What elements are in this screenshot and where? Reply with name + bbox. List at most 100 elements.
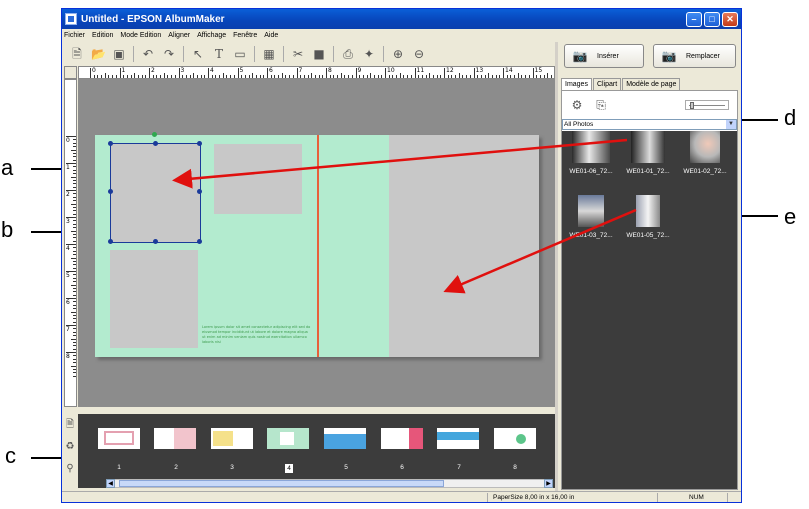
ruler-minor-tick [73, 281, 76, 283]
chevron-down-icon[interactable]: ▼ [726, 120, 736, 129]
right-page-photo-frame[interactable] [389, 135, 539, 357]
resize-handle[interactable] [108, 189, 113, 194]
album-select-dropdown[interactable]: All Photos ▼ [562, 119, 737, 130]
resize-handle[interactable] [197, 189, 202, 194]
scan-images-icon[interactable]: ⎘ [594, 98, 608, 112]
resize-handle[interactable] [108, 141, 113, 146]
page-thumbnail[interactable] [98, 428, 140, 449]
resize-handle[interactable] [108, 239, 113, 244]
page-thumbnail[interactable] [437, 428, 479, 449]
ruler-label: 3 [66, 218, 70, 225]
scroll-right-button[interactable]: ▶ [544, 479, 553, 488]
open-icon[interactable]: 📂 [91, 47, 106, 61]
tab-clipart[interactable]: Clipart [592, 78, 622, 90]
menu-fenetre[interactable]: Fenêtre [233, 32, 257, 39]
menu-fichier[interactable]: Fichier [64, 32, 85, 39]
ruler-minor-tick [329, 75, 331, 78]
ruler-minor-tick [193, 73, 195, 78]
menu-edition[interactable]: Edition [92, 32, 113, 39]
minimize-button[interactable]: – [686, 11, 702, 27]
ruler-tick [355, 68, 357, 78]
undo-icon[interactable]: ↶ [141, 47, 155, 61]
ruler-minor-tick [233, 75, 235, 78]
ruler-minor-tick [73, 166, 76, 168]
insert-button[interactable]: 📷 Insérer [564, 44, 644, 68]
image-frame-icon[interactable]: ▦ [262, 47, 276, 61]
frame-shape-icon[interactable]: ▭ [233, 47, 247, 61]
ruler-minor-tick [182, 75, 184, 78]
ruler-minor-tick [73, 331, 76, 333]
ruler-label: 13 [475, 67, 484, 74]
tab-page-template[interactable]: Modèle de page [622, 78, 681, 90]
save-icon[interactable]: ▣ [112, 47, 126, 61]
select-arrow-icon[interactable]: ↖ [191, 47, 205, 61]
photo-thumbnail[interactable]: WE01-03_72... [563, 195, 619, 239]
photo-thumbnail[interactable]: WE01-05_72... [620, 195, 676, 239]
redo-icon[interactable]: ↷ [162, 47, 176, 61]
page-spread[interactable]: Lorem ipsum dolor sit amet consectetur a… [95, 132, 539, 357]
thumbnail-size-slider[interactable] [685, 100, 729, 110]
scroll-thumb[interactable] [119, 480, 444, 487]
menu-aligner[interactable]: Aligner [168, 32, 190, 39]
menu-mode-edition[interactable]: Mode Edition [120, 32, 161, 39]
maximize-button[interactable]: □ [704, 11, 720, 27]
page-thumbnail[interactable] [211, 428, 253, 449]
tab-images[interactable]: Images [561, 78, 592, 90]
page-strip-scrollbar[interactable]: ◀ ▶ [106, 479, 553, 488]
photo-thumbnail[interactable]: WE01-06_72... [563, 131, 619, 175]
enhance-icon[interactable]: ■ [312, 47, 326, 61]
ruler-label: 11 [416, 67, 425, 74]
photo-frame[interactable] [110, 250, 198, 348]
ruler-minor-tick [348, 75, 350, 78]
canvas-area[interactable]: Lorem ipsum dolor sit amet consectetur a… [78, 79, 555, 407]
menu-affichage[interactable]: Affichage [197, 32, 226, 39]
rotate-handle[interactable] [152, 132, 157, 137]
effects-icon[interactable]: ✦ [362, 47, 376, 61]
num-lock-status: NUM [689, 494, 704, 501]
print-icon[interactable]: ⎙ [341, 47, 355, 61]
photo-thumbnail[interactable]: WE01-02_72... [677, 131, 733, 175]
ruler-minor-tick [491, 75, 493, 78]
photo-image [631, 131, 665, 163]
resize-handle[interactable] [153, 141, 158, 146]
resize-handle[interactable] [197, 239, 202, 244]
preview-page-icon[interactable]: ⚲ [64, 462, 76, 476]
scroll-left-button[interactable]: ◀ [106, 479, 115, 488]
menu-aide[interactable]: Aide [264, 32, 278, 39]
page-thumbnail[interactable] [324, 428, 366, 449]
close-button[interactable]: ✕ [722, 11, 738, 27]
photo-thumbnail-grid: WE01-06_72... WE01-01_72... WE01-02_72..… [562, 131, 737, 489]
photo-thumbnail[interactable]: WE01-01_72... [620, 131, 676, 175]
resize-handle[interactable] [153, 239, 158, 244]
ruler-corner [64, 66, 77, 79]
window-title: Untitled - EPSON AlbumMaker [81, 13, 225, 25]
title-bar[interactable]: Untitled - EPSON AlbumMaker – □ ✕ [62, 9, 741, 29]
ruler-minor-tick [174, 75, 176, 78]
resize-handle[interactable] [197, 141, 202, 146]
text-block[interactable]: Lorem ipsum dolor sit amet consectetur a… [202, 325, 312, 345]
replace-button[interactable]: 📷 Remplacer [653, 44, 736, 68]
ruler-minor-tick [344, 75, 346, 78]
ruler-minor-tick [510, 75, 512, 78]
page-thumbnail[interactable] [381, 428, 423, 449]
paper-size-status: PaperSize 8,00 in x 16,00 in [493, 494, 575, 501]
ruler-minor-tick [373, 75, 375, 78]
page-thumbnail[interactable] [267, 428, 309, 449]
zoom-out-icon[interactable]: ⊖ [412, 47, 426, 61]
ruler-minor-tick [521, 75, 523, 78]
selected-photo-frame[interactable] [108, 132, 202, 244]
text-icon[interactable]: T [212, 47, 226, 61]
page-thumbnail[interactable] [154, 428, 196, 449]
zoom-in-icon[interactable]: ⊕ [391, 47, 405, 61]
import-images-icon[interactable]: ⚙ [570, 98, 584, 112]
ruler-minor-tick [403, 75, 405, 78]
slider-thumb[interactable] [690, 102, 694, 109]
ruler-minor-tick [73, 173, 76, 175]
crop-icon[interactable]: ✂ [291, 47, 305, 61]
photo-frame[interactable] [214, 144, 302, 214]
delete-page-icon[interactable]: ♻ [64, 440, 76, 454]
page-thumbnail[interactable] [494, 428, 536, 449]
ruler-minor-tick [281, 73, 283, 78]
new-icon[interactable]: 🗎 [70, 47, 84, 61]
add-page-icon[interactable]: 🗎 [64, 418, 76, 432]
